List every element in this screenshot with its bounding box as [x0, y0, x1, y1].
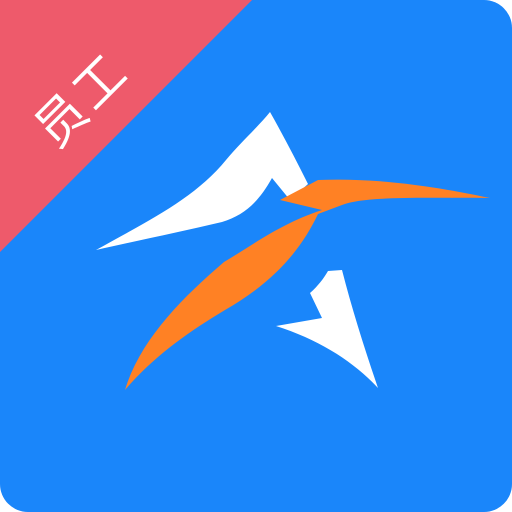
app-icon: 员工 — [0, 0, 512, 512]
